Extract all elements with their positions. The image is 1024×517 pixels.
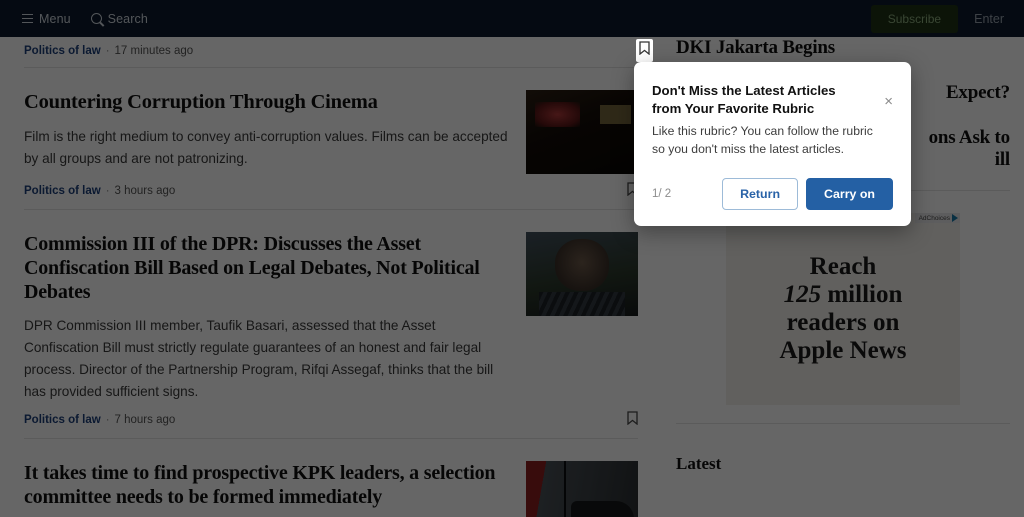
- modal-button-group: Return Carry on: [722, 177, 893, 210]
- bookmark-icon-highlighted[interactable]: [636, 39, 653, 62]
- return-button[interactable]: Return: [722, 177, 799, 210]
- follow-rubric-modal: Don't Miss the Latest Articles from Your…: [634, 62, 911, 226]
- modal-header: Don't Miss the Latest Articles from Your…: [652, 82, 893, 118]
- modal-body-text: Like this rubric? You can follow the rub…: [652, 124, 873, 157]
- modal-footer: 1/ 2 Return Carry on: [652, 177, 893, 210]
- modal-title: Don't Miss the Latest Articles from Your…: [652, 83, 836, 117]
- modal-step-counter: 1/ 2: [652, 187, 672, 200]
- carry-on-button[interactable]: Carry on: [806, 177, 893, 210]
- close-icon[interactable]: ×: [878, 82, 893, 109]
- page-root: Politics of law · 17 minutes ago Counter…: [0, 0, 1024, 517]
